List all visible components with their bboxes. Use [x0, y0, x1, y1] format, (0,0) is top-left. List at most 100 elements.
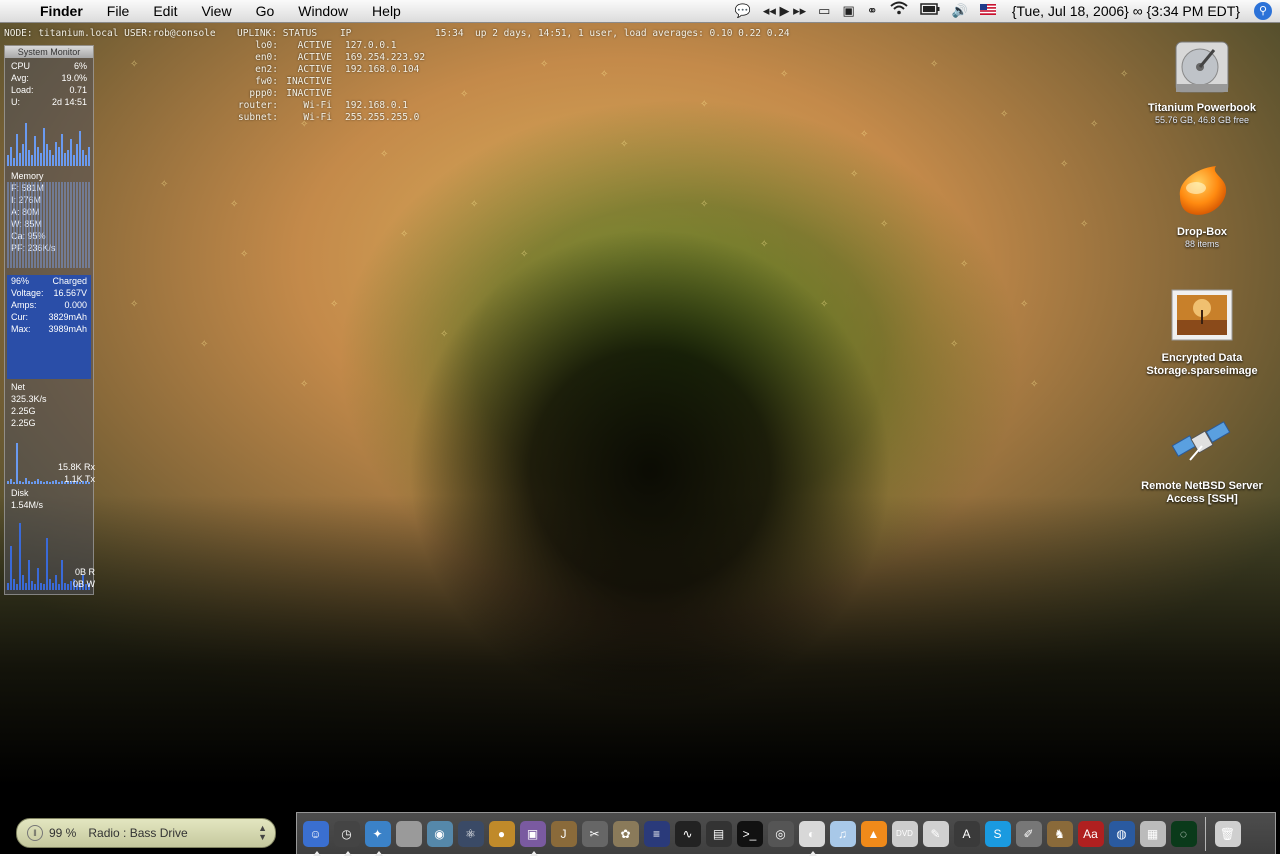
desktop-icon-encrypted-storage[interactable]: Encrypted Data Storage.sparseimage	[1132, 284, 1272, 378]
dock-vlc-icon[interactable]: ▲	[860, 820, 887, 847]
dock-utility-icon[interactable]: ✂	[581, 820, 608, 847]
battery-stat-value: 16.567V	[53, 288, 87, 298]
desktop-icon-titanium-powerbook[interactable]: Titanium Powerbook 55.76 GB, 46.8 GB fre…	[1132, 34, 1272, 126]
menu-edit[interactable]: Edit	[141, 0, 189, 22]
dock-preview-icon[interactable]: ✎	[922, 820, 949, 847]
battery-stat-label: Max:	[11, 324, 31, 334]
interface-status: ACTIVE	[297, 40, 332, 51]
star-sparkle-icon: ✧	[700, 99, 709, 110]
star-sparkle-icon: ✧	[240, 249, 249, 260]
dock-system-prefs-icon[interactable]	[395, 820, 422, 847]
interface-status: INACTIVE	[286, 88, 332, 99]
interface-name: ppp0:	[249, 88, 278, 99]
star-sparkle-icon: ✧	[230, 199, 239, 210]
dock-calculator-icon[interactable]: ▦	[1139, 820, 1166, 847]
menu-help[interactable]: Help	[360, 0, 413, 22]
media-controls-icon[interactable]: ◂◂ ▶ ▸▸	[757, 0, 812, 22]
screen-icon[interactable]: ▭	[812, 0, 836, 22]
graph-bar	[70, 139, 72, 166]
desktop-icon-drop-box[interactable]: Drop-Box 88 items	[1132, 158, 1272, 250]
app-menu-finder[interactable]: Finder	[28, 0, 95, 22]
battery-icon[interactable]	[914, 0, 946, 22]
dock-dictionary-icon[interactable]: Aa	[1077, 820, 1104, 847]
dock-photo-icon[interactable]: ▣	[519, 820, 546, 856]
dock-glyph: Aa	[1083, 826, 1098, 841]
display-icon[interactable]: ▣	[836, 0, 860, 22]
cpu-stat: Avg: 19.0%	[7, 72, 91, 84]
pause-icon[interactable]: ‖	[27, 825, 43, 841]
star-sparkle-icon: ✧	[850, 169, 859, 180]
battery-percent: 96%	[11, 276, 30, 286]
interface-name: router:	[237, 100, 278, 111]
dock-film-icon[interactable]: ≡	[643, 820, 670, 847]
star-sparkle-icon: ✧	[380, 149, 389, 160]
graph-bar	[88, 182, 90, 268]
dock-spiral-icon[interactable]: ◎	[767, 820, 794, 847]
graph-bar	[19, 182, 21, 268]
apple-menu-icon[interactable]	[0, 0, 28, 22]
interface-name: fw0:	[255, 76, 278, 87]
dock-finder-icon[interactable]: ☺	[302, 820, 329, 856]
interface-name: en0:	[255, 52, 278, 63]
battery-stat-label: Amps:	[11, 300, 37, 310]
spotlight-icon[interactable]: ⚲	[1254, 2, 1272, 20]
star-sparkle-icon: ✧	[470, 199, 479, 210]
graph-bar	[79, 130, 81, 166]
dock-radar-icon[interactable]: ◌	[1170, 820, 1197, 847]
up-down-arrow-icon[interactable]: ▲ ▼	[258, 824, 267, 842]
disk-rate: 1.54M/s	[11, 500, 44, 510]
cpu-stats: CPU 6% Avg: 19.0% Load: 0.71 U: 2d 14:51	[7, 60, 91, 108]
desktop-icon-remote-netbsd[interactable]: Remote NetBSD Server Access [SSH]	[1132, 412, 1272, 506]
dock-skype-icon[interactable]: S	[984, 820, 1011, 847]
graph-bar	[31, 182, 33, 268]
dock-cat-icon[interactable]: ♞	[1046, 820, 1073, 847]
interface-ip: 192.168.0.1	[345, 100, 408, 111]
dock-adium-icon[interactable]: A	[953, 820, 980, 847]
graph-bar	[34, 182, 36, 268]
interface-ip: 169.254.223.92	[345, 52, 426, 63]
dock-journal-icon[interactable]: J	[550, 820, 577, 847]
menu-file[interactable]: File	[95, 0, 142, 22]
volume-icon[interactable]: 🔊	[946, 0, 974, 22]
dock-ichat-icon[interactable]: ◐	[798, 820, 825, 856]
dock-dvd-icon[interactable]: DVD	[891, 820, 918, 847]
graph-bar	[79, 182, 81, 268]
graph-bar	[25, 122, 27, 166]
dock-burger-icon[interactable]: ●	[488, 820, 515, 847]
dock-glyph: ◉	[434, 826, 445, 841]
wifi-icon[interactable]	[884, 0, 914, 22]
dock-trash-icon[interactable]: 🗑	[1214, 820, 1241, 847]
radio-widget[interactable]: ‖ 99 % Radio : Bass Drive ▲ ▼	[16, 818, 276, 848]
graph-bar	[22, 144, 24, 166]
dock-console-app-icon[interactable]: ▤	[705, 820, 732, 847]
dock-activity-icon[interactable]: ∿	[674, 820, 701, 847]
star-sparkle-icon: ✧	[200, 339, 209, 350]
desktop-background: ✧ ✧ ✧ ✧ ✧ ✧ ✧ ✧ ✧ ✧ ✧ ✧ ✧ ✧ ✧ ✧ ✧ ✧ ✧ ✧ ✧ ✧ ✧ ✧ ✧ ✧ ✧ ✧ ✧ ✧ ✧ ✧ ✧ ✧ ✧ ✧	[0, 0, 1280, 854]
graph-bar	[37, 182, 39, 268]
star-sparkle-icon: ✧	[950, 339, 959, 350]
dock-dashboard-icon[interactable]: ◷	[333, 820, 360, 856]
star-sparkle-icon: ✧	[880, 219, 889, 230]
menu-clock[interactable]: {Tue, Jul 18, 2006} ∞ {3:34 PM EDT}	[1002, 3, 1250, 19]
battery-stat-value: 3989mAh	[48, 324, 87, 334]
star-sparkle-icon: ✧	[820, 299, 829, 310]
dock-terminal-icon[interactable]: >_	[736, 820, 763, 847]
star-sparkle-icon: ✧	[1000, 109, 1009, 120]
binoculars-icon[interactable]: ⚭	[861, 0, 884, 22]
dock-itunes-icon[interactable]: ♫	[829, 820, 856, 847]
graph-bar	[58, 147, 60, 166]
chat-icon[interactable]: 💬	[729, 0, 757, 22]
dock-globe-icon[interactable]: ◍	[1108, 820, 1135, 847]
dock-script-icon[interactable]: ✐	[1015, 820, 1042, 847]
system-monitor-panel: System Monitor CPU 6% Avg: 19.0% Load: 0.71 U:…	[4, 45, 95, 595]
dock-atom-icon[interactable]: ⚛	[457, 820, 484, 847]
dock-eye-icon[interactable]: ◉	[426, 820, 453, 847]
menu-window[interactable]: Window	[286, 0, 360, 22]
dock-gimp-icon[interactable]: ✿	[612, 820, 639, 847]
dock-safari-icon[interactable]: ✦	[364, 820, 391, 856]
menu-go[interactable]: Go	[244, 0, 287, 22]
menu-view[interactable]: View	[189, 0, 243, 22]
flag-icon[interactable]	[974, 0, 1002, 22]
graph-bar	[58, 182, 60, 268]
graph-bar	[13, 182, 15, 268]
